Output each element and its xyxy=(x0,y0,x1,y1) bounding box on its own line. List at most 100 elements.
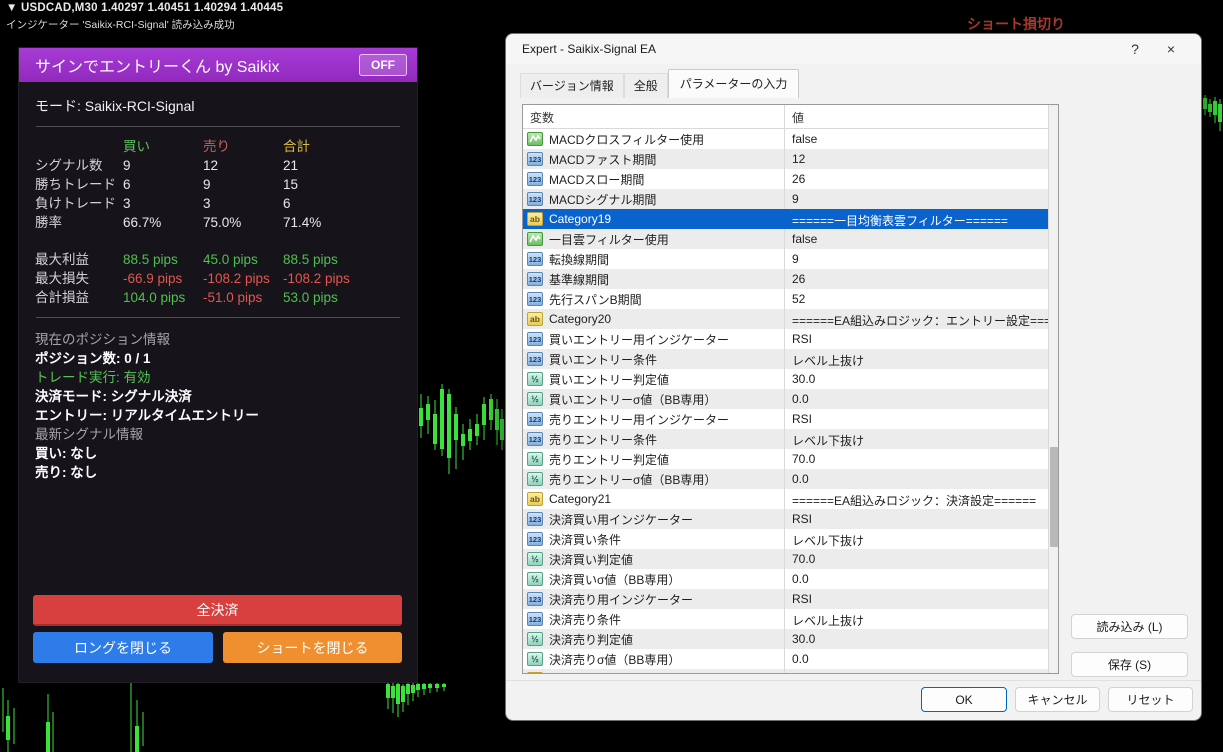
parameter-value: 0.0 xyxy=(784,649,1048,669)
parameter-row[interactable]: 123先行スパンB期間52 xyxy=(523,289,1048,309)
parameter-name-cell: 123MACDシグナル期間 xyxy=(523,189,784,209)
parameter-row[interactable]: ab xyxy=(523,669,1048,673)
tab-version[interactable]: バージョン情報 xyxy=(520,73,624,98)
param-type-int-icon: 123 xyxy=(527,592,543,606)
parameter-row[interactable]: ½決済買いσ値（BB専用）0.0 xyxy=(523,569,1048,589)
tab-inputs[interactable]: パラメーターの入力 xyxy=(668,69,800,98)
parameter-row[interactable]: 123売りエントリー用インジケーターRSI xyxy=(523,409,1048,429)
stats-value: 6 xyxy=(123,175,203,194)
pips-value: 88.5 pips xyxy=(283,250,401,269)
parameter-name: 売りエントリーσ値（BB専用） xyxy=(549,471,716,488)
parameter-value: false xyxy=(784,229,1048,249)
parameter-value xyxy=(784,669,1048,673)
info-line: エントリー: リアルタイムエントリー xyxy=(35,406,401,425)
save-button[interactable]: 保存 (S) xyxy=(1071,652,1188,677)
parameter-name-cell: 123基準線期間 xyxy=(523,269,784,289)
parameter-row[interactable]: MACDクロスフィルター使用false xyxy=(523,129,1048,149)
close-long-button[interactable]: ロングを閉じる xyxy=(33,632,213,663)
parameter-row[interactable]: 123買いエントリー条件レベル上抜け xyxy=(523,349,1048,369)
panel-off-toggle[interactable]: OFF xyxy=(359,54,407,76)
parameter-name: MACDシグナル期間 xyxy=(549,191,656,208)
pips-table: 最大利益88.5 pips45.0 pips88.5 pips最大損失-66.9… xyxy=(35,250,401,307)
stats-value: 6 xyxy=(283,194,401,213)
table-scrollbar[interactable] xyxy=(1048,105,1058,673)
reset-button[interactable]: リセット xyxy=(1108,687,1193,712)
short-stop-label: ショート損切り xyxy=(967,14,1065,34)
stats-corner xyxy=(35,137,123,156)
parameter-value: 30.0 xyxy=(784,629,1048,649)
parameter-name-cell: ½決済売りσ値（BB専用） xyxy=(523,649,784,669)
parameter-row[interactable]: 123決済売り条件レベル上抜け xyxy=(523,609,1048,629)
column-header-variable: 変数 xyxy=(523,105,784,128)
info-line: 現在のポジション情報 xyxy=(35,330,401,349)
parameter-row[interactable]: ½決済売りσ値（BB専用）0.0 xyxy=(523,649,1048,669)
parameter-row[interactable]: 123売りエントリー条件レベル下抜け xyxy=(523,429,1048,449)
parameter-value: RSI xyxy=(784,329,1048,349)
parameter-name: Category19 xyxy=(549,212,611,226)
parameter-value: RSI xyxy=(784,589,1048,609)
scrollbar-thumb[interactable] xyxy=(1050,447,1058,547)
parameter-row[interactable]: 123MACDシグナル期間9 xyxy=(523,189,1048,209)
parameter-name: Category21 xyxy=(549,492,611,506)
parameter-row[interactable]: 123買いエントリー用インジケーターRSI xyxy=(523,329,1048,349)
position-info: 現在のポジション情報ポジション数: 0 / 1トレード実行: 有効決済モード: … xyxy=(35,330,401,482)
parameter-row[interactable]: 123決済売り用インジケーターRSI xyxy=(523,589,1048,609)
parameter-row[interactable]: ½決済買い判定値70.0 xyxy=(523,549,1048,569)
param-type-string-icon: ab xyxy=(527,492,543,506)
parameter-row[interactable]: ½買いエントリー判定値30.0 xyxy=(523,369,1048,389)
stats-row: 勝ちトレード6915 xyxy=(35,175,401,194)
parameter-name-cell: 123先行スパンB期間 xyxy=(523,289,784,309)
stats-row: 勝率66.7%75.0%71.4% xyxy=(35,213,401,232)
parameter-row[interactable]: 123MACDスロー期間26 xyxy=(523,169,1048,189)
tab-common[interactable]: 全般 xyxy=(624,73,668,98)
param-type-int-icon: 123 xyxy=(527,412,543,426)
stats-row-label: 負けトレード xyxy=(35,194,123,213)
parameter-row[interactable]: ½決済売り判定値30.0 xyxy=(523,629,1048,649)
cancel-button[interactable]: キャンセル xyxy=(1015,687,1100,712)
parameter-row[interactable]: ½売りエントリーσ値（BB専用）0.0 xyxy=(523,469,1048,489)
parameter-row[interactable]: abCategory19======一目均衡表雲フィルター====== xyxy=(523,209,1048,229)
stats-row: 負けトレード336 xyxy=(35,194,401,213)
parameter-name: 決済買い用インジケーター xyxy=(549,511,693,528)
parameter-row[interactable]: 123決済買い条件レベル下抜け xyxy=(523,529,1048,549)
pips-row: 合計損益104.0 pips-51.0 pips53.0 pips xyxy=(35,288,401,307)
parameter-row[interactable]: abCategory21======EA組込みロジック：決済設定====== xyxy=(523,489,1048,509)
parameter-row[interactable]: abCategory20======EA組込みロジック：エントリー設定===..… xyxy=(523,309,1048,329)
parameter-name-cell: 123売りエントリー用インジケーター xyxy=(523,409,784,429)
close-short-button[interactable]: ショートを閉じる xyxy=(223,632,402,663)
parameter-value: レベル下抜け xyxy=(784,529,1048,549)
footer-separator xyxy=(506,680,1201,681)
param-type-double-icon: ½ xyxy=(527,392,543,406)
parameter-name-cell: ½決済買いσ値（BB専用） xyxy=(523,569,784,589)
pips-row: 最大利益88.5 pips45.0 pips88.5 pips xyxy=(35,250,401,269)
parameter-name: 買いエントリー判定値 xyxy=(549,371,669,388)
parameter-row[interactable]: 123決済買い用インジケーターRSI xyxy=(523,509,1048,529)
signal-panel: サインでエントリーくん by Saikix OFF モード: Saikix-RC… xyxy=(18,47,418,683)
parameter-name: 買いエントリーσ値（BB専用） xyxy=(549,391,716,408)
pips-row-label: 最大利益 xyxy=(35,250,123,269)
dialog-titlebar[interactable]: Expert - Saikix-Signal EA ? × xyxy=(506,34,1201,64)
parameter-name: 一目雲フィルター使用 xyxy=(549,231,669,248)
close-icon[interactable]: × xyxy=(1153,41,1189,57)
parameter-name: MACDクロスフィルター使用 xyxy=(549,131,704,148)
parameter-value: レベル上抜け xyxy=(784,609,1048,629)
load-button[interactable]: 読み込み (L) xyxy=(1071,614,1188,639)
parameter-name: 決済売り条件 xyxy=(549,611,621,628)
parameter-row[interactable]: 一目雲フィルター使用 false xyxy=(523,229,1048,249)
parameter-row[interactable]: 123転換線期間9 xyxy=(523,249,1048,269)
ok-button[interactable]: OK xyxy=(921,687,1007,712)
param-type-double-icon: ½ xyxy=(527,572,543,586)
dialog-tabs: バージョン情報全般パラメーターの入力 xyxy=(520,74,799,98)
parameter-row[interactable]: 123MACDファスト期間12 xyxy=(523,149,1048,169)
stats-value: 9 xyxy=(123,156,203,175)
help-icon[interactable]: ? xyxy=(1117,41,1153,57)
parameter-name-cell: 123決済売り用インジケーター xyxy=(523,589,784,609)
parameter-row[interactable]: 123基準線期間26 xyxy=(523,269,1048,289)
parameter-row[interactable]: ½買いエントリーσ値（BB専用）0.0 xyxy=(523,389,1048,409)
param-type-int-icon: 123 xyxy=(527,532,543,546)
close-all-button[interactable]: 全決済 xyxy=(33,595,402,626)
parameter-name-cell: 123買いエントリー用インジケーター xyxy=(523,329,784,349)
parameter-value: RSI xyxy=(784,409,1048,429)
parameter-row[interactable]: ½売りエントリー判定値70.0 xyxy=(523,449,1048,469)
pips-value: 45.0 pips xyxy=(203,250,283,269)
